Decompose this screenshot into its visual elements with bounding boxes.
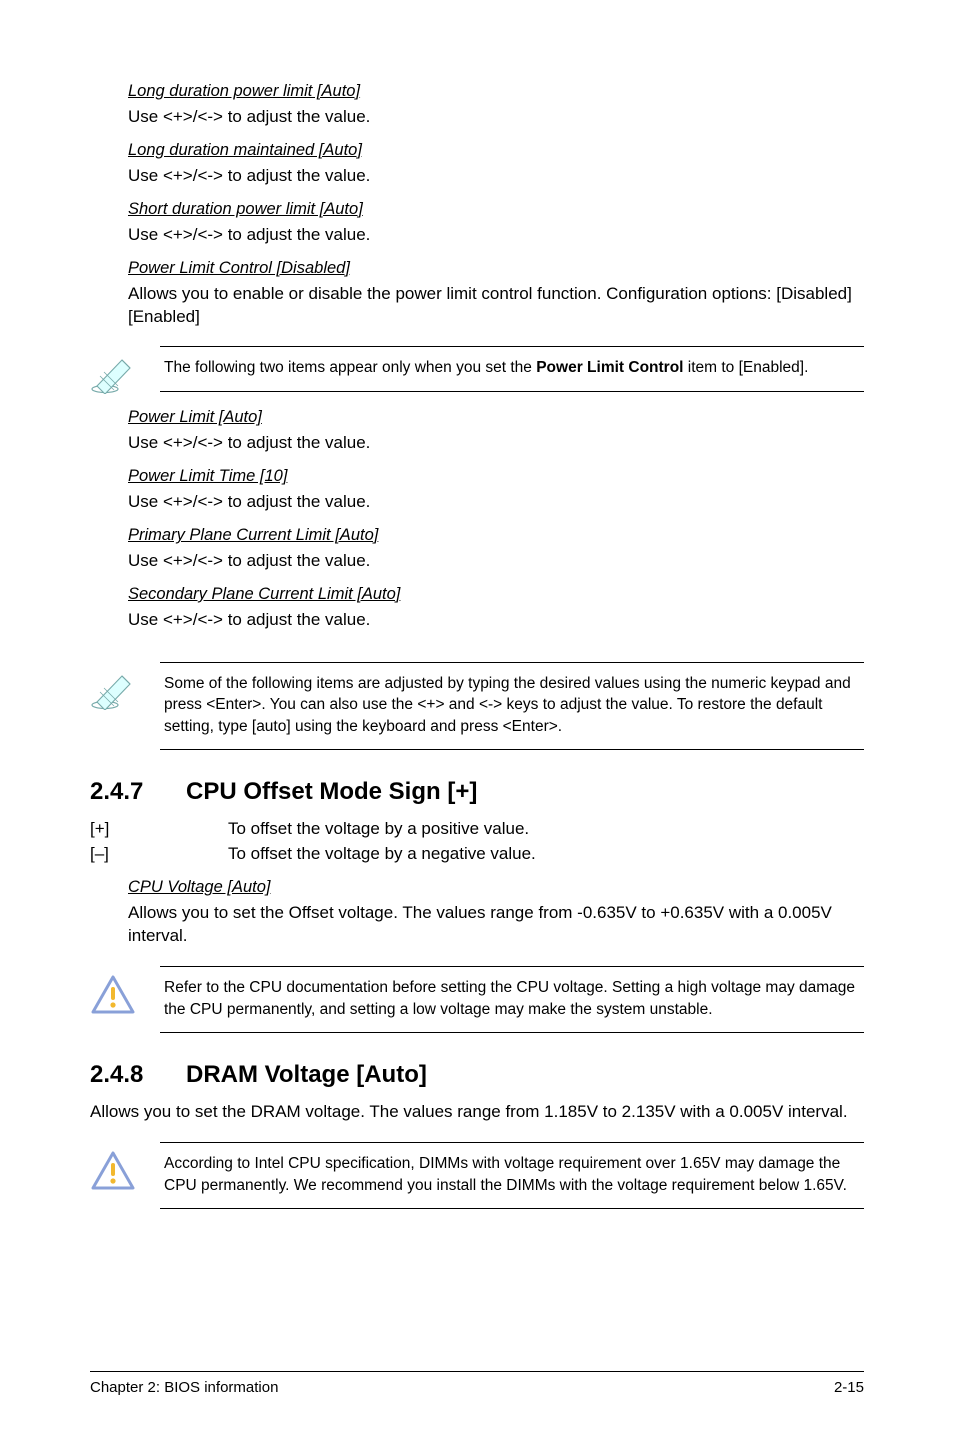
param-link[interactable]: Primary Plane Current Limit [Auto] (128, 524, 378, 546)
footer-chapter: Chapter 2: BIOS information (90, 1378, 278, 1398)
page: Long duration power limit [Auto] Use <+>… (0, 0, 954, 1438)
offset-key: [+] (90, 818, 228, 841)
param-body: Use <+>/<-> to adjust the value. (128, 106, 864, 129)
note-text: The following two items appear only when… (160, 346, 864, 391)
offset-key: [–] (90, 843, 228, 866)
param-body: Use <+>/<-> to adjust the value. (128, 224, 864, 247)
note-info-2: Some of the following items are adjusted… (90, 662, 864, 750)
cpu-voltage-link[interactable]: CPU Voltage [Auto] (128, 878, 270, 896)
page-footer: Chapter 2: BIOS information 2-15 (90, 1371, 864, 1398)
cpu-voltage-body: Allows you to set the Offset voltage. Th… (128, 902, 864, 948)
cpu-voltage-block: CPU Voltage [Auto] Allows you to set the… (128, 876, 864, 948)
footer-page-number: 2-15 (834, 1378, 864, 1398)
offset-val: To offset the voltage by a positive valu… (228, 818, 864, 841)
caution-triangle-icon (90, 966, 160, 1016)
section-heading-247: 2.4.7CPU Offset Mode Sign [+] (90, 776, 864, 808)
offset-row-plus: [+] To offset the voltage by a positive … (90, 818, 864, 841)
param-link[interactable]: Power Limit [Auto] (128, 406, 262, 428)
param-link[interactable]: Power Limit Time [10] (128, 465, 287, 487)
note-info-1: The following two items appear only when… (90, 346, 864, 394)
param-link[interactable]: Secondary Plane Current Limit [Auto] (128, 583, 400, 605)
offset-val: To offset the voltage by a negative valu… (228, 843, 864, 866)
param-body: Allows you to enable or disable the powe… (128, 283, 864, 329)
param-link[interactable]: Power Limit Control [Disabled] (128, 257, 350, 279)
dram-voltage-body: Allows you to set the DRAM voltage. The … (90, 1101, 864, 1124)
pencil-note-icon (90, 346, 160, 394)
section-heading-248: 2.4.8DRAM Voltage [Auto] (90, 1059, 864, 1091)
note-caution-1: Refer to the CPU documentation before se… (90, 966, 864, 1033)
pencil-note-icon (90, 662, 160, 710)
note-caution-2: According to Intel CPU specification, DI… (90, 1142, 864, 1209)
param-link[interactable]: Long duration power limit [Auto] (128, 80, 360, 102)
param-body: Use <+>/<-> to adjust the value. (128, 609, 864, 632)
param-block-1: Long duration power limit [Auto] Use <+>… (128, 80, 864, 328)
param-body: Use <+>/<-> to adjust the value. (128, 432, 864, 455)
note-text: Some of the following items are adjusted… (160, 662, 864, 750)
param-block-2: Power Limit [Auto] Use <+>/<-> to adjust… (128, 406, 864, 632)
note-text: According to Intel CPU specification, DI… (160, 1142, 864, 1209)
param-link[interactable]: Long duration maintained [Auto] (128, 139, 362, 161)
note-text: Refer to the CPU documentation before se… (160, 966, 864, 1033)
param-link[interactable]: Short duration power limit [Auto] (128, 198, 363, 220)
caution-triangle-icon (90, 1142, 160, 1192)
param-body: Use <+>/<-> to adjust the value. (128, 165, 864, 188)
param-body: Use <+>/<-> to adjust the value. (128, 491, 864, 514)
param-body: Use <+>/<-> to adjust the value. (128, 550, 864, 573)
offset-row-minus: [–] To offset the voltage by a negative … (90, 843, 864, 866)
